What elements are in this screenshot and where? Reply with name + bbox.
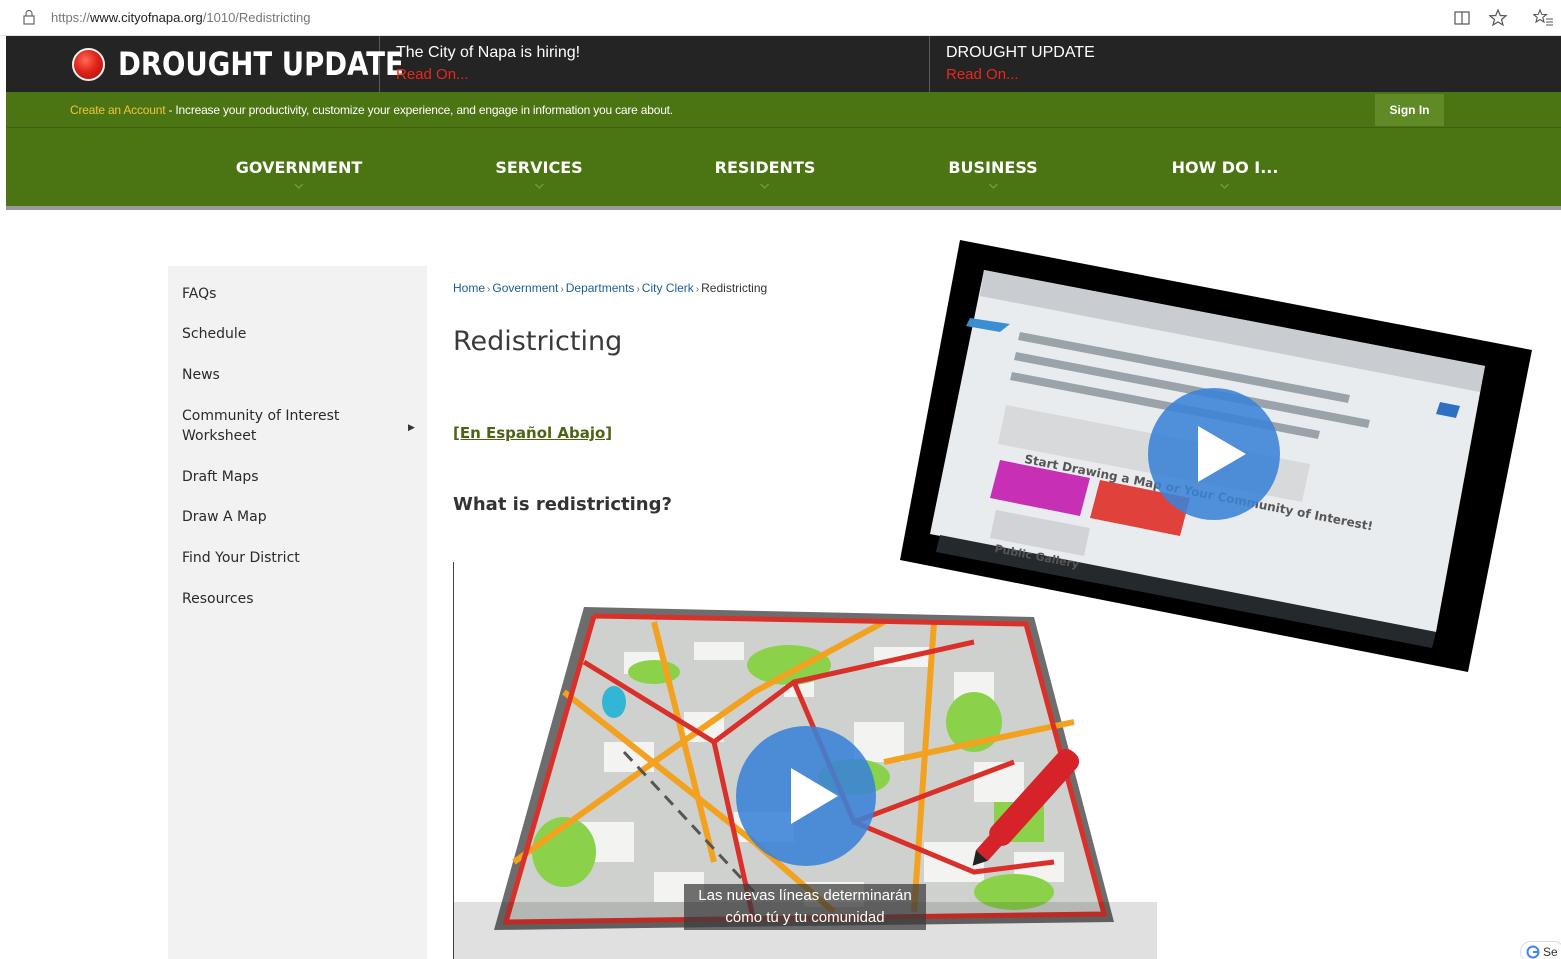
caption-line-2: cómo tú y tu comunidad xyxy=(725,909,885,926)
breadcrumb-current: Redistricting xyxy=(701,281,768,295)
play-icon xyxy=(791,768,838,824)
breadcrumb-home[interactable]: Home xyxy=(453,281,485,295)
chevron-down-icon xyxy=(294,183,304,190)
side-nav: FAQs Schedule News Community of Interest… xyxy=(168,266,427,959)
breadcrumb: Home › Government › Departments › City Clerk › R… xyxy=(453,281,767,295)
play-button[interactable] xyxy=(1148,388,1280,520)
caption-line-1: Las nuevas líneas determinarán xyxy=(698,887,912,904)
nav-label: BUSINESS xyxy=(948,158,1038,177)
video-caption: Las nuevas líneas determinarán cómo tú y… xyxy=(684,884,926,930)
alert-title: The City of Napa is hiring! xyxy=(396,44,581,61)
breadcrumb-separator: › xyxy=(636,284,640,295)
create-account-link[interactable]: Create an Account xyxy=(70,103,166,117)
side-nav-community-of-interest-worksheet[interactable]: Community of Interest Worksheet xyxy=(182,406,382,446)
drought-update-logo-text: DROUGHT UPDATE xyxy=(118,45,404,83)
google-g-icon xyxy=(1526,945,1540,959)
chevron-down-icon xyxy=(534,183,544,190)
side-nav-find-your-district[interactable]: Find Your District xyxy=(182,548,300,568)
alert-bar: DROUGHT UPDATE The City of Napa is hirin… xyxy=(6,36,1561,92)
account-bar: Create an Account - Increase your produc… xyxy=(6,92,1561,128)
alert-title: DROUGHT UPDATE xyxy=(946,44,1095,61)
translate-widget[interactable]: Se xyxy=(1520,941,1561,959)
account-message-text: - Increase your productivity, customize … xyxy=(165,103,673,117)
play-button[interactable] xyxy=(736,726,876,866)
nav-label: SERVICES xyxy=(495,158,583,177)
nav-business[interactable]: BUSINESS xyxy=(948,158,1038,191)
page-title: Redistricting xyxy=(453,326,623,357)
redistricting-video-tutorial[interactable]: Start Drawing a Map or Your Community of… xyxy=(900,240,1532,672)
breadcrumb-separator: › xyxy=(560,284,564,295)
nav-how-do-i[interactable]: HOW DO I... xyxy=(1171,158,1279,191)
side-nav-news[interactable]: News xyxy=(182,365,220,385)
lock-icon xyxy=(23,9,35,25)
spanish-link[interactable]: [En Español Abajo] xyxy=(453,424,612,442)
address-url[interactable]: https://www.cityofnapa.org/1010/Redistri… xyxy=(51,10,310,25)
read-on-link[interactable]: Read On... xyxy=(946,66,1019,83)
drought-update-logo[interactable]: DROUGHT UPDATE xyxy=(6,36,404,92)
alert-dot-icon xyxy=(72,48,105,81)
breadcrumb-departments[interactable]: Departments xyxy=(566,281,635,295)
side-nav-resources[interactable]: Resources xyxy=(182,589,254,609)
chevron-down-icon xyxy=(1220,183,1230,190)
translate-widget-label: Se xyxy=(1543,945,1558,959)
favorite-star-icon[interactable] xyxy=(1488,8,1508,28)
url-scheme: https:// xyxy=(51,10,91,25)
chevron-down-icon xyxy=(988,183,998,190)
favorites-list-icon[interactable] xyxy=(1533,8,1553,28)
chevron-down-icon xyxy=(760,183,770,190)
side-nav-schedule[interactable]: Schedule xyxy=(182,324,246,344)
account-message: Create an Account - Increase your produc… xyxy=(70,103,673,117)
side-nav-faqs[interactable]: FAQs xyxy=(182,284,216,304)
play-icon xyxy=(1198,426,1246,482)
read-on-link[interactable]: Read On... xyxy=(396,66,469,83)
alert-item-hiring[interactable]: The City of Napa is hiring! Read On... xyxy=(380,36,930,92)
url-path: /1010/Redistricting xyxy=(202,10,311,25)
side-nav-draw-a-map[interactable]: Draw A Map xyxy=(182,507,267,527)
reading-view-icon[interactable] xyxy=(1452,8,1472,28)
main-nav: GOVERNMENT SERVICES RESIDENTS BUSINESS H… xyxy=(6,128,1561,210)
breadcrumb-city-clerk[interactable]: City Clerk xyxy=(642,281,694,295)
nav-services[interactable]: SERVICES xyxy=(495,158,583,191)
alert-item-drought[interactable]: DROUGHT UPDATE Read On... xyxy=(930,36,1561,92)
expand-arrow-icon[interactable]: ▶ xyxy=(408,422,415,433)
nav-government[interactable]: GOVERNMENT xyxy=(236,158,362,191)
breadcrumb-government[interactable]: Government xyxy=(492,281,558,295)
nav-label: RESIDENTS xyxy=(714,158,816,177)
side-nav-draft-maps[interactable]: Draft Maps xyxy=(182,467,259,487)
section-heading: What is redistricting? xyxy=(453,494,672,515)
browser-address-bar[interactable]: https://www.cityofnapa.org/1010/Redistri… xyxy=(0,0,1561,36)
website: DROUGHT UPDATE The City of Napa is hirin… xyxy=(6,36,1561,959)
sign-in-button[interactable]: Sign In xyxy=(1375,94,1444,126)
nav-residents[interactable]: RESIDENTS xyxy=(714,158,816,191)
url-host: www.cityofnapa.org xyxy=(90,10,203,25)
nav-label: HOW DO I... xyxy=(1171,158,1279,177)
nav-label: GOVERNMENT xyxy=(235,158,363,177)
